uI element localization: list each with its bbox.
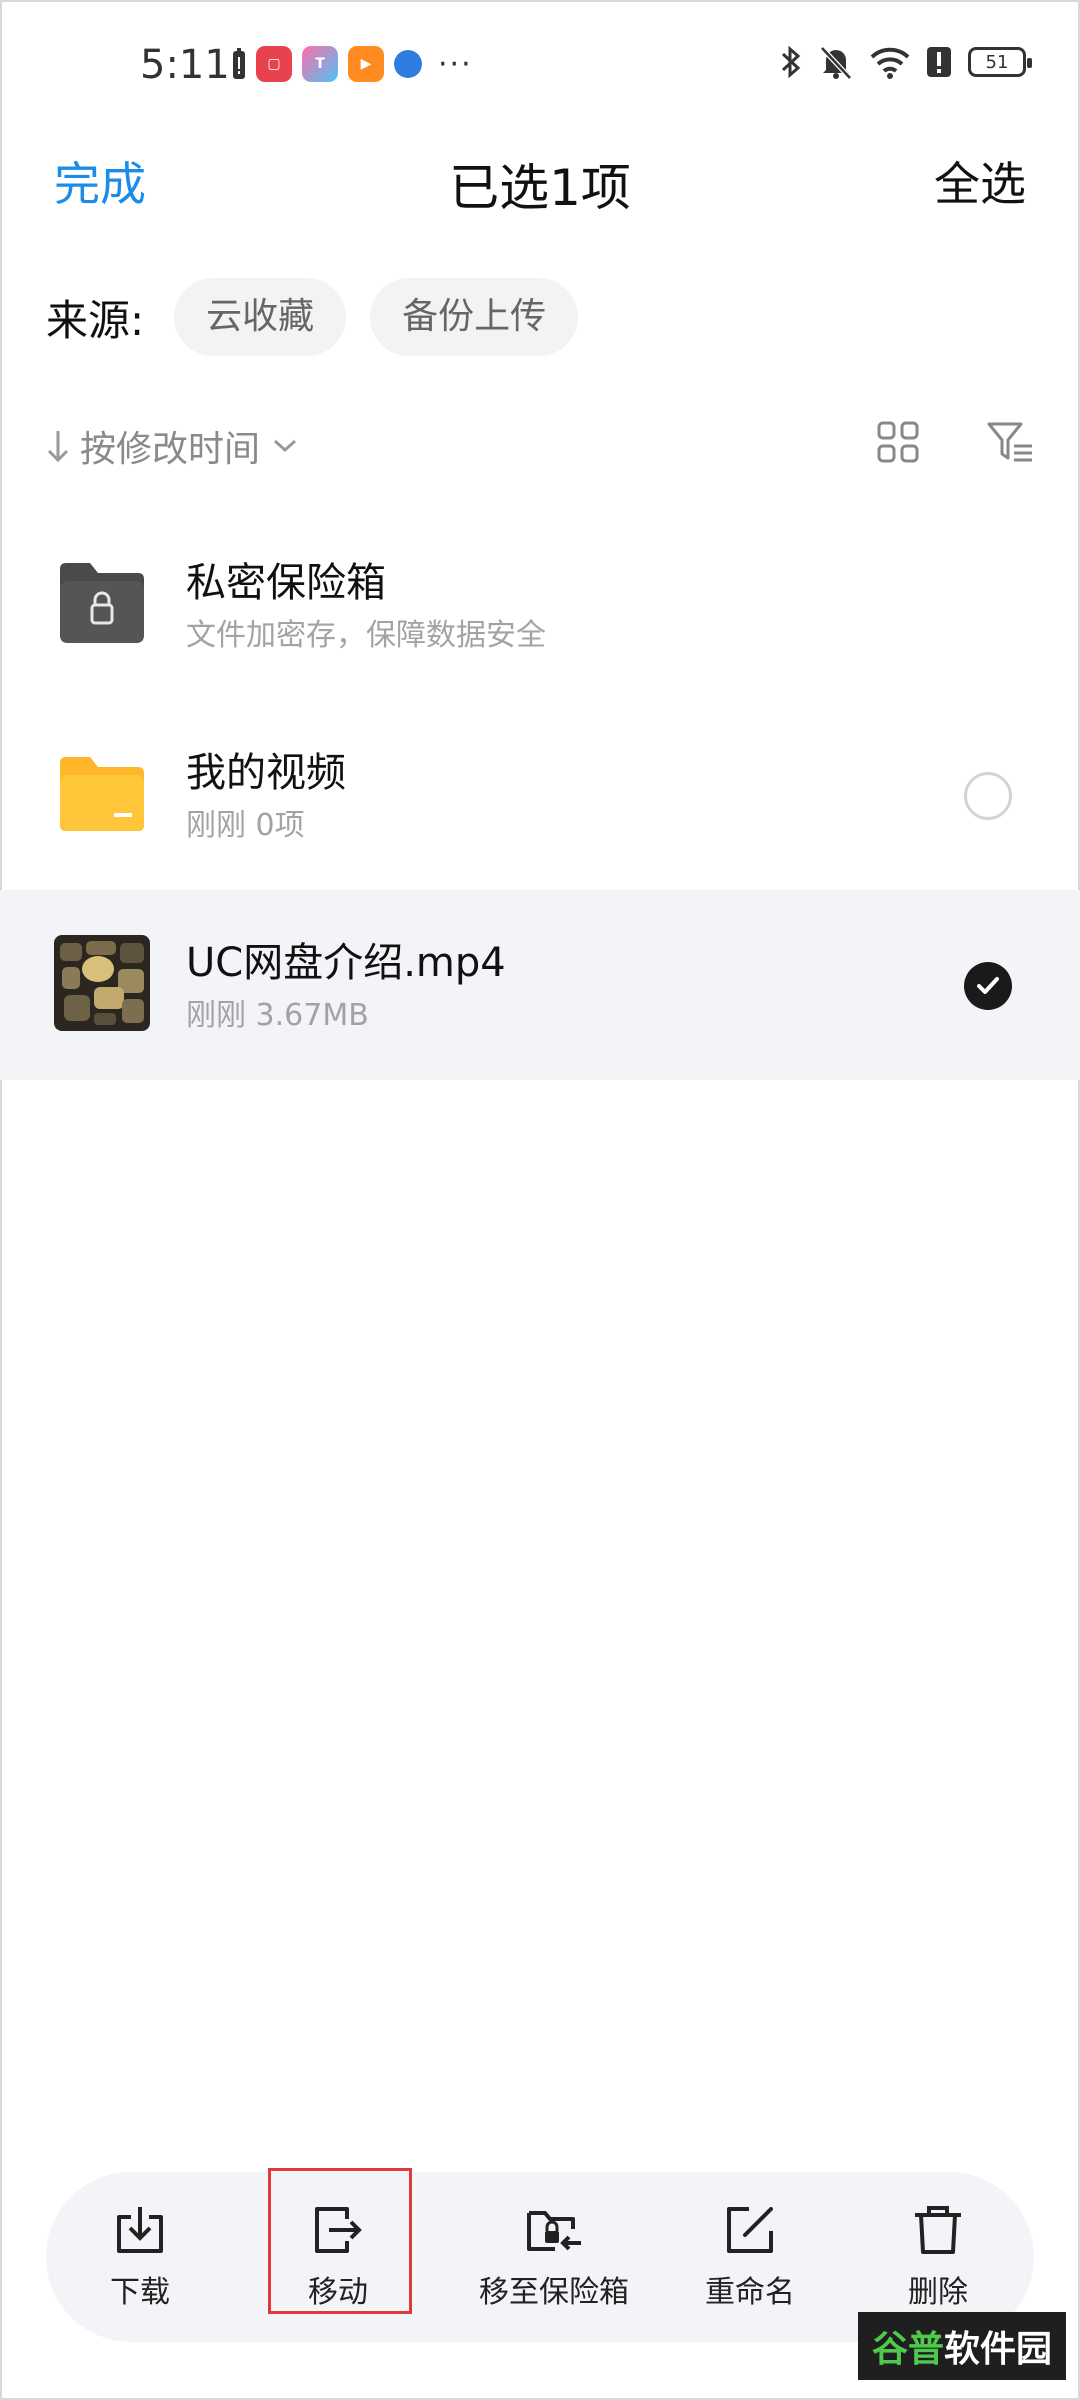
status-system-icons: 51 (780, 44, 1032, 80)
download-button[interactable]: 下载 (90, 2172, 190, 2342)
page-title: 已选1项 (449, 159, 631, 217)
bluetooth-icon (781, 45, 801, 79)
grid-view-icon[interactable] (876, 420, 920, 464)
filter-icon[interactable] (986, 420, 1034, 464)
download-icon (117, 2207, 163, 2253)
select-all-button[interactable]: 全选 (934, 148, 1026, 214)
battery-indicator: 51 (968, 47, 1032, 77)
huawei-app-icon: ▢ (256, 46, 292, 82)
sort-arrow-down-icon (47, 431, 69, 463)
video-app-icon: ▶ (348, 46, 384, 82)
select-checkbox[interactable] (964, 772, 1012, 820)
watermark-part2: 软件园 (943, 2329, 1052, 2370)
chip-backup-upload[interactable]: 备份上传 (370, 278, 579, 356)
chevron-down-icon (274, 439, 297, 453)
source-label: 来源: (46, 295, 145, 345)
delete-label: 删除 (908, 2275, 968, 2310)
sort-label: 按修改时间 (80, 429, 261, 470)
file-meta: 刚刚 0项 (186, 808, 305, 843)
status-time: 5:11 (140, 42, 230, 88)
watermark-logo: 谷普软件园 (857, 2312, 1066, 2380)
tips-app-icon: T (302, 46, 338, 82)
file-name: 我的视频 (186, 750, 346, 796)
alert-battery-icon (233, 48, 245, 79)
checkmark-icon (977, 977, 999, 994)
chip-cloud-favorites[interactable]: 云收藏 (174, 278, 347, 356)
download-label: 下载 (110, 2275, 170, 2310)
watermark-part1: 谷普 (871, 2329, 944, 2370)
folder-icon (60, 757, 144, 831)
list-item-my-videos[interactable]: 我的视频 刚刚 0项 (0, 700, 1080, 890)
rename-button[interactable]: 重命名 (680, 2172, 820, 2342)
file-meta: 文件加密存，保障数据安全 (186, 618, 546, 653)
list-item-vault[interactable]: 私密保险箱 文件加密存，保障数据安全 (0, 510, 1080, 700)
move-to-vault-icon (527, 2211, 581, 2251)
view-controls (876, 420, 1034, 464)
status-notification-icons: ▢ T ▶ ··· (232, 46, 473, 82)
wifi-icon (870, 47, 910, 79)
browser-app-icon (394, 50, 422, 78)
list-item-video-file[interactable]: UC网盘介绍.mp4 刚刚 3.67MB (0, 890, 1080, 1080)
move-highlight-box (268, 2168, 412, 2314)
file-list: 私密保险箱 文件加密存，保障数据安全 我的视频 刚刚 0项 UC网盘介绍.mp4… (0, 510, 1080, 1080)
file-name: 私密保险箱 (186, 560, 386, 606)
select-checkbox-checked[interactable] (964, 962, 1012, 1010)
video-thumbnail (54, 935, 150, 1031)
delete-icon (915, 2206, 961, 2254)
rename-icon (727, 2207, 773, 2253)
selection-header: 完成 已选1项 全选 (0, 148, 1080, 218)
alert-icon (927, 47, 951, 77)
status-bar: 5:11 ▢ T ▶ ··· 51 (0, 38, 1080, 94)
move-to-vault-label: 移至保险箱 (479, 2275, 629, 2310)
mute-bell-icon (820, 46, 852, 80)
vault-folder-icon (60, 563, 144, 643)
file-meta: 刚刚 3.67MB (186, 998, 369, 1033)
file-name: UC网盘介绍.mp4 (186, 940, 506, 986)
screen-border (0, 0, 1080, 2400)
source-filter: 来源: 云收藏 备份上传 (46, 278, 602, 356)
sort-toolbar: 按修改时间 (46, 420, 1034, 480)
rename-label: 重命名 (705, 2275, 795, 2310)
more-notifications-icon: ··· (438, 46, 473, 82)
move-to-vault-button[interactable]: 移至保险箱 (454, 2172, 654, 2342)
